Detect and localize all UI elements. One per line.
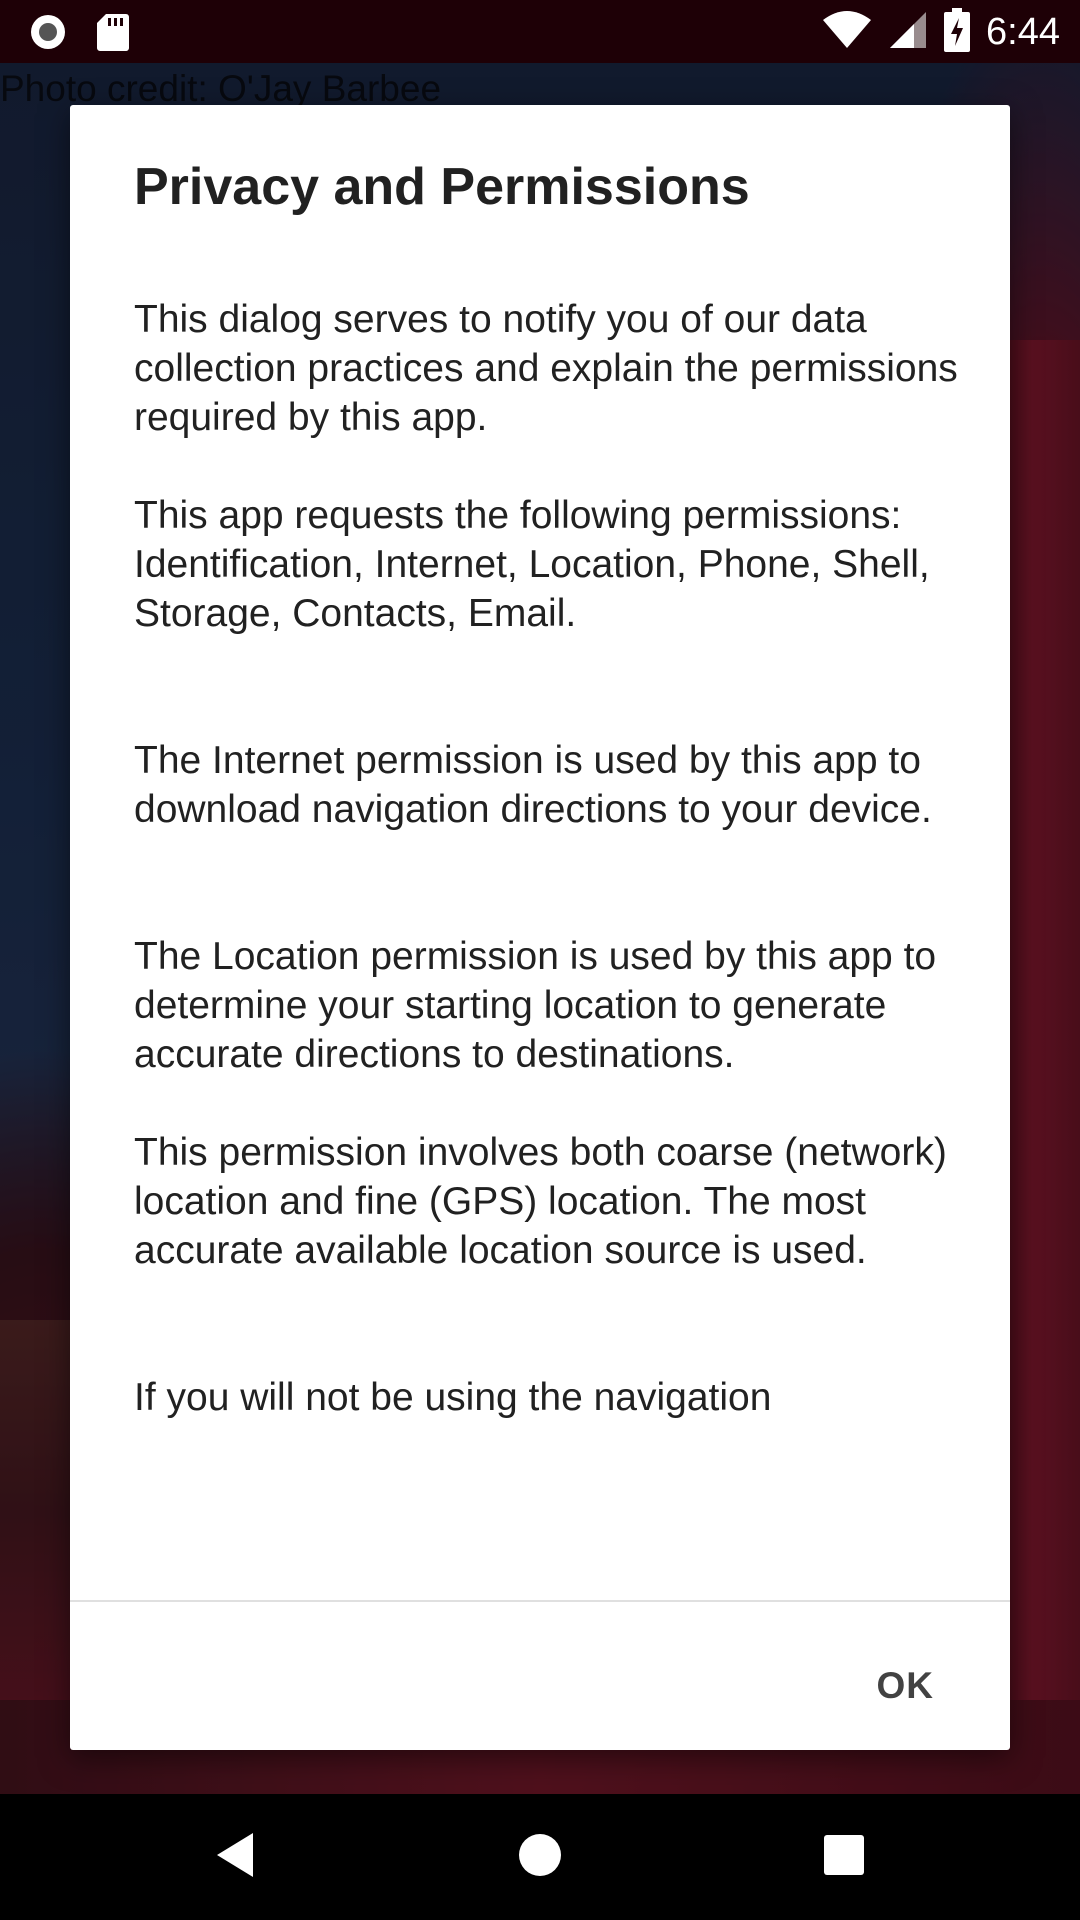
dialog-paragraph: The Location permission is used by this … bbox=[134, 935, 937, 1076]
battery-charging-icon bbox=[944, 8, 971, 57]
dialog-divider bbox=[70, 1600, 1010, 1602]
recents-icon bbox=[824, 1834, 864, 1880]
dialog-paragraph: This dialog serves to notify you of our … bbox=[134, 298, 958, 439]
dialog-title: Privacy and Permissions bbox=[134, 158, 750, 216]
record-icon bbox=[28, 12, 68, 57]
dialog-paragraph: If you will not be using the navigation bbox=[134, 1376, 772, 1419]
back-icon bbox=[213, 1831, 257, 1884]
ok-button[interactable]: OK bbox=[871, 1655, 941, 1717]
back-button[interactable] bbox=[175, 1794, 295, 1920]
privacy-dialog: Privacy and Permissions This dialog serv… bbox=[70, 105, 1010, 1750]
home-button[interactable] bbox=[480, 1794, 600, 1920]
dialog-paragraph: This permission involves both coarse (ne… bbox=[134, 1131, 947, 1272]
wifi-icon bbox=[822, 10, 872, 55]
dialog-body[interactable]: This dialog serves to notify you of our … bbox=[134, 295, 964, 1705]
sd-card-icon bbox=[96, 12, 130, 57]
dialog-paragraph: The Internet permission is used by this … bbox=[134, 739, 932, 831]
dialog-paragraph: This app requests the following permissi… bbox=[134, 494, 930, 635]
status-bar: 6:44 bbox=[0, 0, 1080, 63]
home-icon bbox=[517, 1832, 563, 1883]
cell-signal-icon bbox=[888, 10, 928, 55]
recents-button[interactable] bbox=[784, 1794, 904, 1920]
navigation-bar bbox=[0, 1794, 1080, 1920]
status-time: 6:44 bbox=[986, 11, 1060, 53]
